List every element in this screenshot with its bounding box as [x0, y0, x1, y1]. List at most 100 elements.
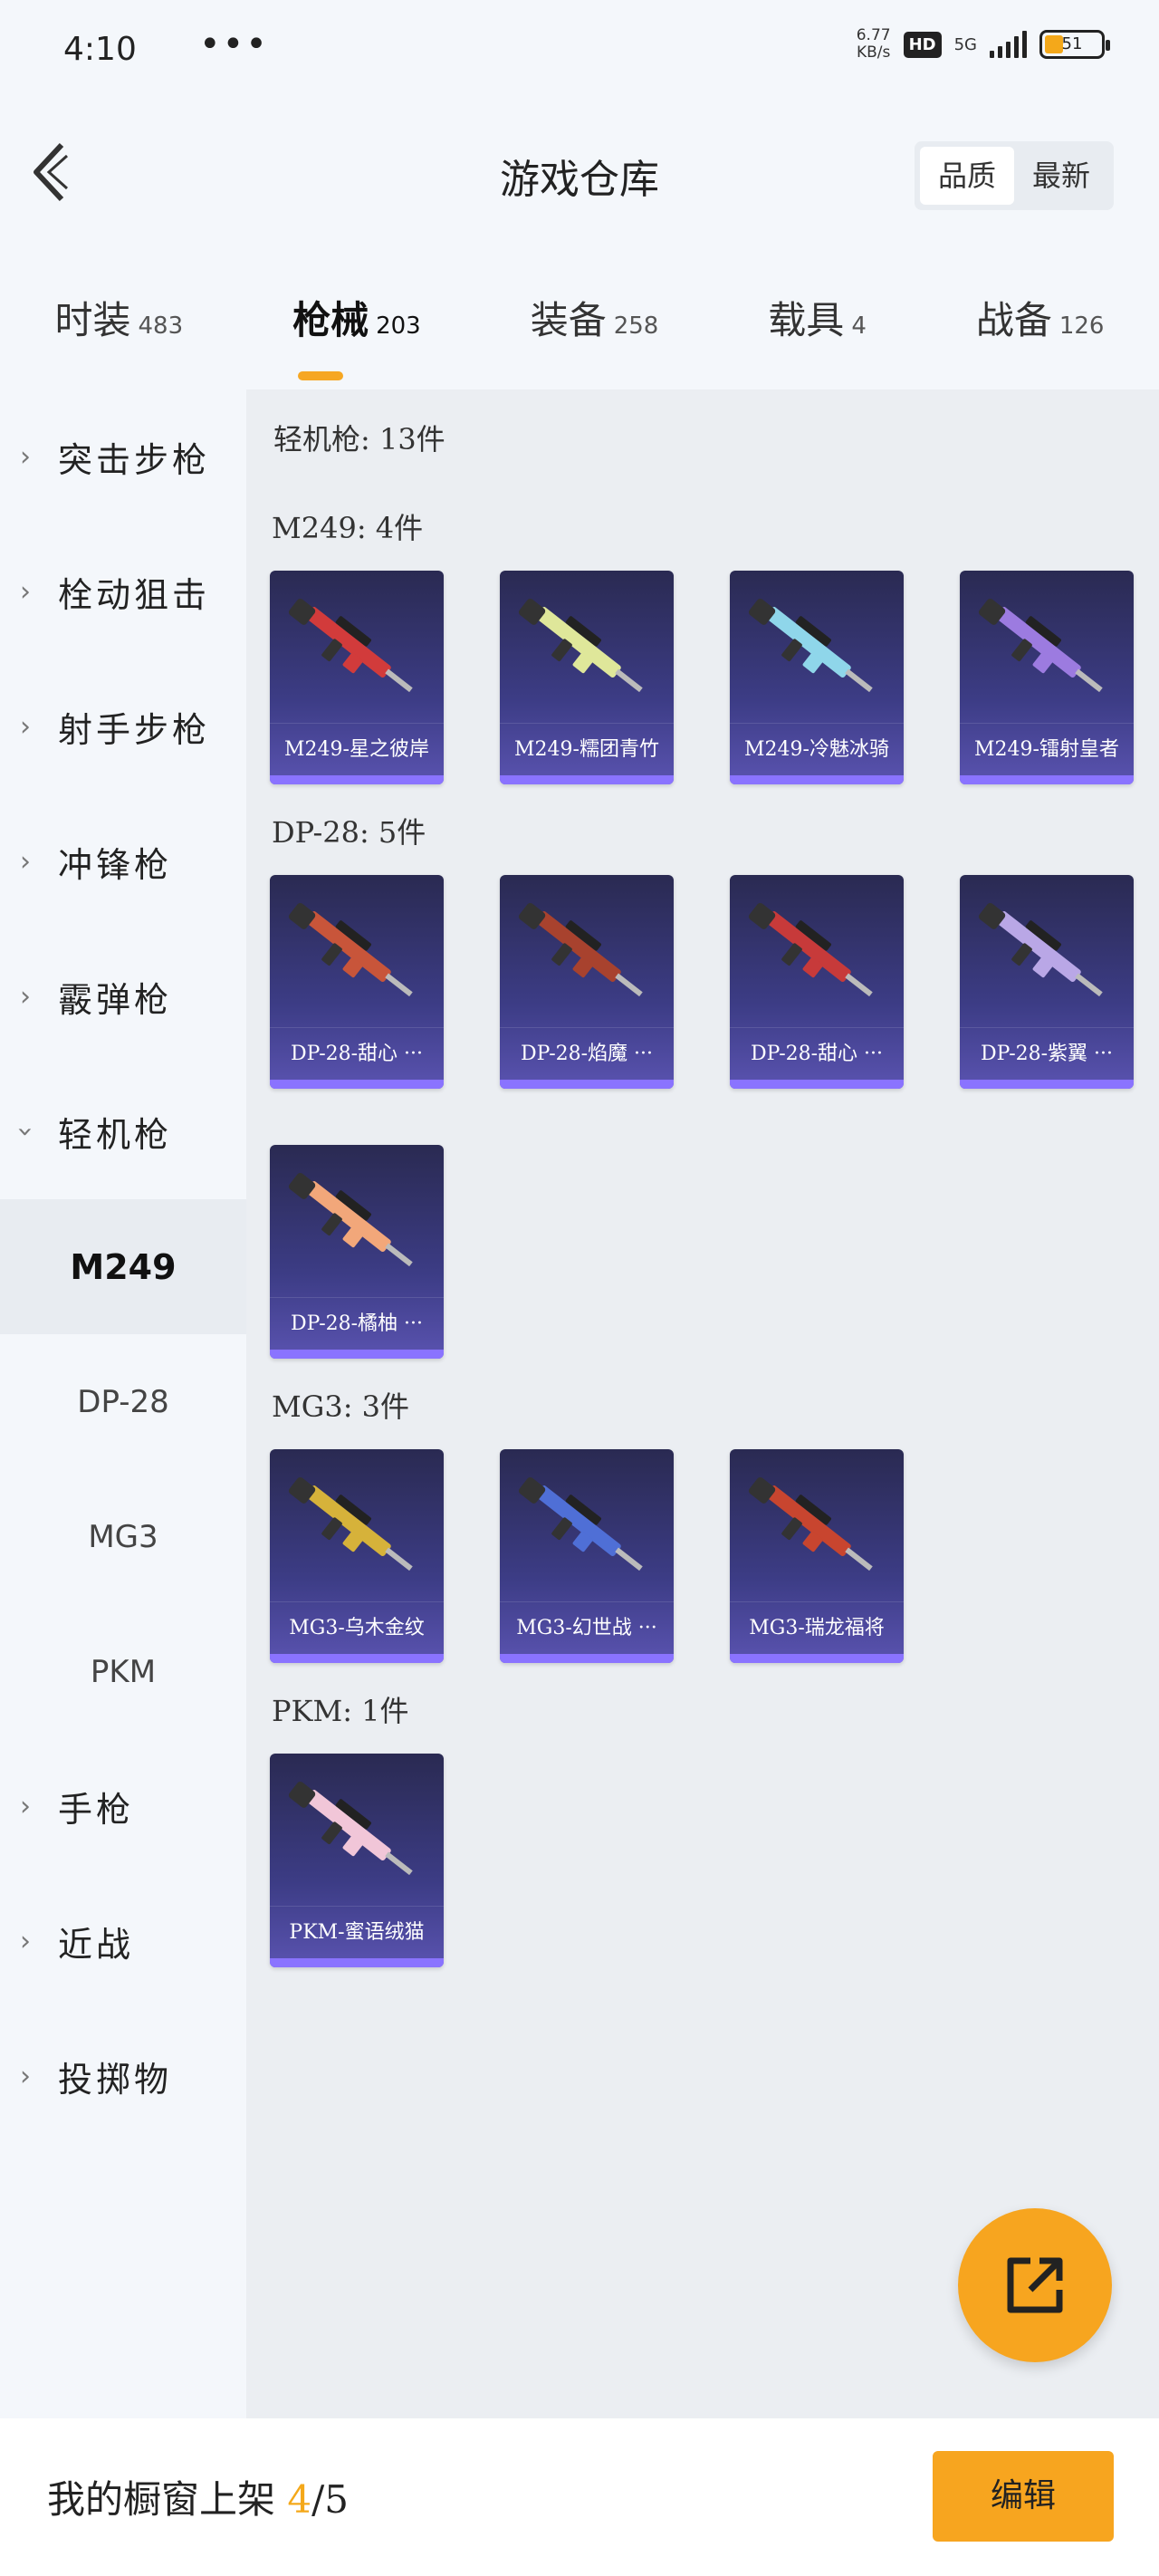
weapon-card[interactable]: DP-28-焰魔 ··· [500, 875, 674, 1089]
weapon-card[interactable]: DP-28-甜心 ··· [730, 875, 904, 1089]
card-rarity-bar [500, 775, 674, 784]
tab-fashion[interactable]: 时装 483 [54, 272, 183, 380]
more-notifications-icon: ••• [199, 24, 269, 65]
tab-supplies[interactable]: 战备 126 [976, 272, 1105, 380]
weapon-silhouette [288, 1172, 413, 1267]
weapon-card[interactable]: PKM-蜜语绒猫 [270, 1754, 444, 1967]
sidebar-item-pistol[interactable]: › 手枪 [0, 1739, 246, 1874]
tab-count: 483 [138, 312, 184, 340]
sidebar-item-bolt-sniper[interactable]: › 栓动狙击 [0, 524, 246, 659]
hd-badge: HD [903, 31, 942, 58]
tab-label: 枪械 [292, 298, 369, 342]
sidebar-item-smg[interactable]: › 冲锋枪 [0, 794, 246, 929]
sidebar-item-marksman-rifle[interactable]: › 射手步枪 [0, 659, 246, 794]
weapon-skin-image [270, 875, 444, 1029]
card-rarity-bar [730, 775, 904, 784]
status-bar: 4:10 ••• 6.77 KB/s HD 5G 51 [0, 0, 1159, 109]
weapon-skin-image [500, 1449, 674, 1603]
tab-count: 4 [851, 312, 867, 340]
weapon-card-label: DP-28-甜心 ··· [730, 1027, 904, 1080]
weapon-skin-image [730, 1449, 904, 1603]
card-rarity-bar [730, 1080, 904, 1089]
weapon-silhouette [748, 902, 873, 997]
showcase-total: /5 [311, 2477, 349, 2522]
tab-equipment[interactable]: 装备 258 [531, 272, 659, 380]
chevron-right-icon: › [20, 576, 31, 608]
weapon-card[interactable]: DP-28-甜心 ··· [270, 875, 444, 1089]
chevron-right-icon: › [20, 441, 31, 473]
weapon-silhouette [288, 902, 413, 997]
category-count-title: 轻机枪: 13件 [273, 422, 445, 457]
share-fab-button[interactable] [958, 2208, 1112, 2362]
battery-icon: 51 [1039, 30, 1110, 59]
tab-guns[interactable]: 枪械 203 [292, 272, 421, 380]
sidebar-subitem-mg3[interactable]: MG3 [0, 1469, 246, 1604]
sidebar-subitem-dp28[interactable]: DP-28 [0, 1334, 246, 1469]
edit-button[interactable]: 编辑 [933, 2451, 1114, 2542]
weapon-skin-image [730, 875, 904, 1029]
weapon-skin-image [270, 1754, 444, 1908]
network-speed-unit: KB/s [856, 43, 891, 62]
weapon-silhouette [288, 1781, 413, 1876]
sidebar-item-label: 射手步枪 [58, 710, 211, 750]
chevron-right-icon: › [20, 2061, 31, 2092]
weapon-silhouette [288, 598, 413, 693]
weapon-skin-image [270, 1145, 444, 1299]
sidebar-item-assault-rifle[interactable]: › 突击步枪 [0, 389, 246, 524]
sidebar-item-label: 投掷物 [58, 2060, 173, 2100]
weapon-skin-image [960, 571, 1134, 725]
sidebar-item-throwable[interactable]: › 投掷物 [0, 2009, 246, 2144]
weapon-silhouette [748, 598, 873, 693]
sidebar-item-label: 近战 [58, 1925, 135, 1965]
sidebar-subitem-m249[interactable]: M249 [0, 1199, 246, 1334]
weapon-card[interactable]: DP-28-紫翼 ··· [960, 875, 1134, 1089]
weapon-skin-image [730, 571, 904, 725]
weapon-card[interactable]: M249-糯团青竹 [500, 571, 674, 784]
weapon-card-label: MG3-幻世战 ··· [500, 1601, 674, 1654]
item-grid-panel: 轻机枪: 13件 M249: 4件 M249-星之彼岸 M249-糯团青竹 M2… [246, 389, 1159, 2418]
tab-label: 战备 [975, 298, 1052, 342]
sidebar-subitem-pkm[interactable]: PKM [0, 1604, 246, 1739]
card-rarity-bar [500, 1654, 674, 1663]
battery-level: 51 [1061, 34, 1083, 53]
weapon-silhouette [518, 1476, 643, 1572]
card-rarity-bar [270, 775, 444, 784]
group-title-dp28: DP-28: 5件 [272, 815, 426, 850]
weapon-card[interactable]: MG3-幻世战 ··· [500, 1449, 674, 1663]
card-rarity-bar [960, 1080, 1134, 1089]
sort-newest-button[interactable]: 最新 [1014, 147, 1108, 205]
tab-count: 203 [376, 312, 421, 340]
sort-toggle: 品质 最新 [915, 141, 1114, 210]
chevron-down-icon: › [9, 1126, 42, 1138]
network-speed: 6.77 KB/s [857, 27, 891, 62]
share-external-icon [1007, 2257, 1063, 2313]
sidebar-item-shotgun[interactable]: › 霰弹枪 [0, 929, 246, 1064]
weapon-card-label: DP-28-甜心 ··· [270, 1027, 444, 1080]
signal-icon [990, 31, 1027, 58]
tab-vehicles[interactable]: 载具 4 [768, 272, 867, 380]
weapon-card[interactable]: M249-冷魅冰骑 [730, 571, 904, 784]
weapon-card[interactable]: DP-28-橘柚 ··· [270, 1145, 444, 1359]
weapon-card[interactable]: M249-星之彼岸 [270, 571, 444, 784]
sidebar-item-label: 栓动狙击 [58, 575, 211, 615]
weapon-card[interactable]: MG3-乌木金纹 [270, 1449, 444, 1663]
sidebar-item-melee[interactable]: › 近战 [0, 1874, 246, 2009]
sort-quality-button[interactable]: 品质 [920, 147, 1014, 205]
weapon-card-label: M249-星之彼岸 [270, 723, 444, 775]
sidebar-item-lmg[interactable]: › 轻机枪 [0, 1064, 246, 1199]
sidebar-item-label: 轻机枪 [58, 1115, 173, 1155]
tab-count: 258 [613, 312, 659, 340]
category-sidebar: › 突击步枪 › 栓动狙击 › 射手步枪 › 冲锋枪 › 霰弹枪 › 轻机枪 M… [0, 389, 246, 2418]
group-title-m249: M249: 4件 [272, 511, 424, 545]
category-tabs: 时装 483 枪械 203 装备 258 载具 4 战备 126 [0, 272, 1159, 380]
weapon-skin-image [500, 875, 674, 1029]
showcase-footer: 我的橱窗上架 4/5 编辑 [0, 2418, 1159, 2576]
weapon-card[interactable]: M249-镭射皇者 [960, 571, 1134, 784]
chevron-right-icon: › [20, 1791, 31, 1822]
group-title-pkm: PKM: 1件 [272, 1694, 409, 1728]
card-rarity-bar [960, 775, 1134, 784]
weapon-silhouette [978, 902, 1103, 997]
showcase-label: 我的橱窗上架 [47, 2477, 276, 2522]
weapon-card[interactable]: MG3-瑞龙福将 [730, 1449, 904, 1663]
weapon-skin-image [270, 1449, 444, 1603]
